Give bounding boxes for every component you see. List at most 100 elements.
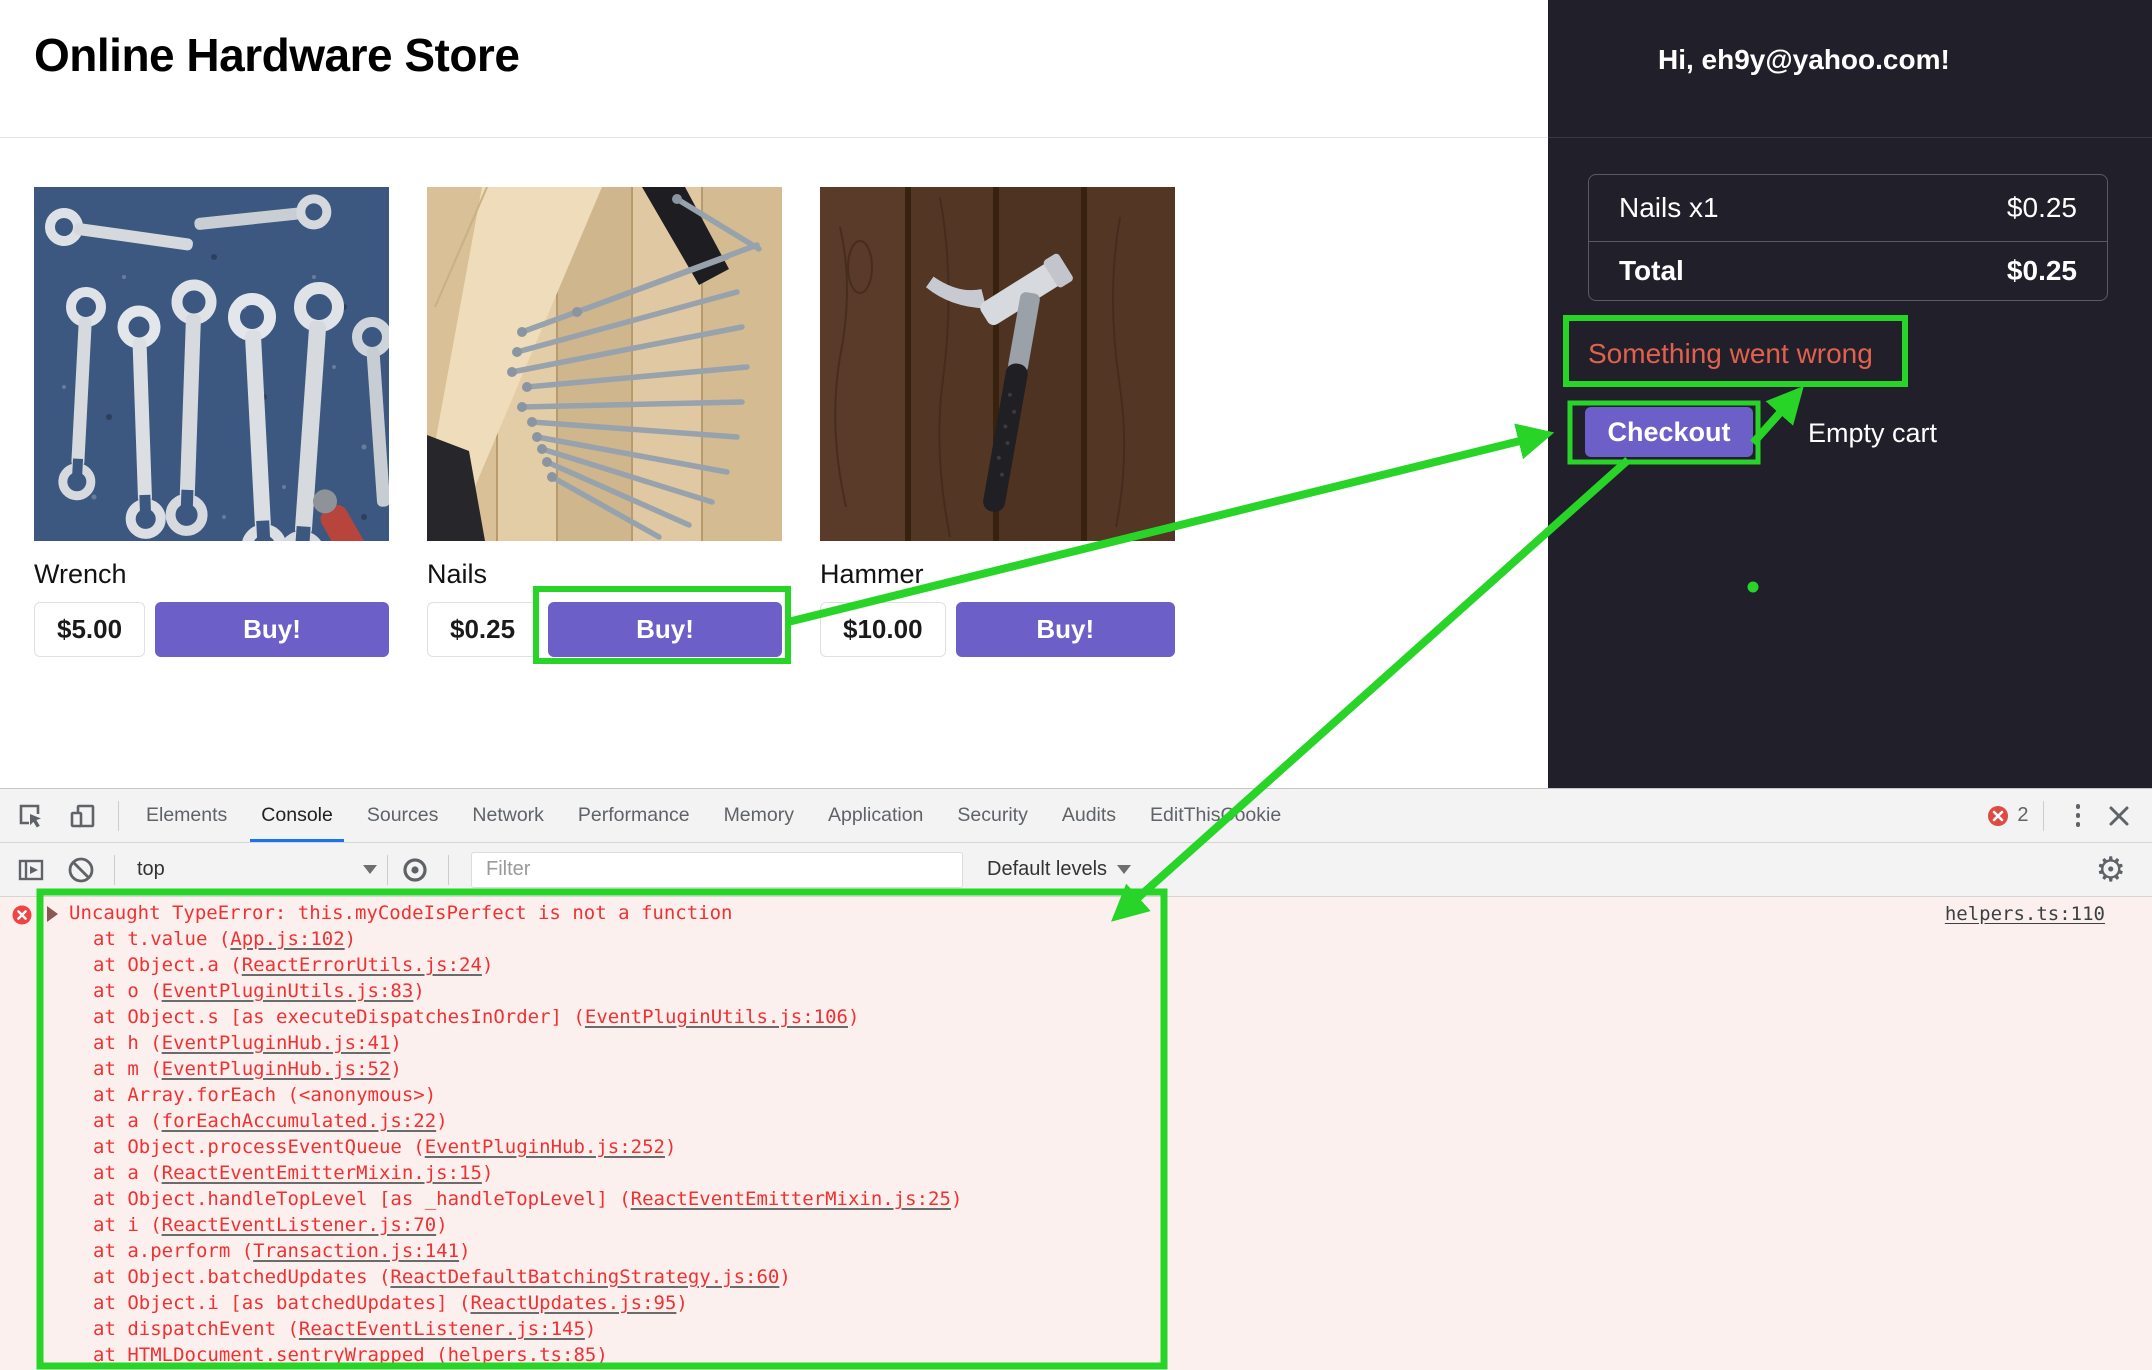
tab-console[interactable]: Console xyxy=(244,789,350,842)
cart-row-nails-x1: Nails x1$0.25 xyxy=(1589,175,2107,241)
header-divider xyxy=(0,137,1548,138)
product-card-wrench: Wrench $5.00 Buy! xyxy=(34,187,389,657)
clear-console-icon[interactable] xyxy=(64,853,98,887)
product-image xyxy=(34,187,389,541)
checkout-button[interactable]: Checkout xyxy=(1585,407,1753,457)
product-card-nails: Nails $0.25 Buy! xyxy=(427,187,782,657)
product-name: Nails xyxy=(427,559,782,590)
tab-editthiscookie[interactable]: EditThisCookie xyxy=(1133,789,1298,842)
hammer-photo xyxy=(820,187,1175,541)
stack-file-link[interactable]: EventPluginHub.js:52 xyxy=(162,1058,391,1080)
stack-file-link[interactable]: helpers.ts:85 xyxy=(448,1344,597,1366)
eye-icon[interactable] xyxy=(398,853,432,887)
stack-frame: at o (EventPluginUtils.js:83) xyxy=(47,978,962,1004)
expand-triangle-icon[interactable] xyxy=(47,906,58,922)
stack-file-link[interactable]: EventPluginUtils.js:106 xyxy=(585,1006,848,1028)
cart-summary: Nails x1$0.25Total$0.25 xyxy=(1588,174,2108,301)
stack-frame: at Object.batchedUpdates (ReactDefaultBa… xyxy=(47,1264,962,1290)
product-name: Hammer xyxy=(820,559,1175,590)
context-selector[interactable]: top xyxy=(125,852,387,888)
stack-frame: at Object.i [as batchedUpdates] (ReactUp… xyxy=(47,1290,962,1316)
stack-file-link[interactable]: App.js:102 xyxy=(230,928,344,950)
filter-input[interactable] xyxy=(471,852,963,888)
stack-file-link[interactable]: EventPluginHub.js:41 xyxy=(162,1032,391,1054)
console-sidebar-icon[interactable] xyxy=(14,853,48,887)
tab-security[interactable]: Security xyxy=(940,789,1044,842)
stack-file-link[interactable]: ReactEventListener.js:145 xyxy=(299,1318,585,1340)
error-badge-icon xyxy=(1987,805,2009,827)
stack-frame: at m (EventPluginHub.js:52) xyxy=(47,1056,962,1082)
user-greeting: Hi, eh9y@yahoo.com! xyxy=(1658,44,1950,76)
toolbar-divider-2 xyxy=(387,855,388,885)
stack-frame: at Object.processEventQueue (EventPlugin… xyxy=(47,1134,962,1160)
devtools-tabbar: ElementsConsoleSourcesNetworkPerformance… xyxy=(0,788,2152,843)
stack-file-link[interactable]: ReactUpdates.js:95 xyxy=(471,1292,677,1314)
console-toolbar: top Default levels ⚙ xyxy=(0,843,2152,897)
product-grid: Wrench $5.00 Buy! xyxy=(34,187,1175,657)
empty-cart-button[interactable]: Empty cart xyxy=(1808,418,1937,449)
product-price: $5.00 xyxy=(34,602,145,657)
sidebar-divider xyxy=(1548,137,2152,138)
product-name: Wrench xyxy=(34,559,389,590)
nails-photo xyxy=(427,187,782,541)
stack-frame: at a (forEachAccumulated.js:22) xyxy=(47,1108,962,1134)
devtools-tabs: ElementsConsoleSourcesNetworkPerformance… xyxy=(129,789,1298,842)
tab-network[interactable]: Network xyxy=(455,789,561,842)
stack-frame: at HTMLDocument.sentryWrapped (helpers.t… xyxy=(47,1342,962,1368)
error-count: 2 xyxy=(2017,804,2028,827)
stack-frame: at Object.a (ReactErrorUtils.js:24) xyxy=(47,952,962,978)
default-levels-dropdown[interactable]: Default levels xyxy=(987,858,1131,881)
product-image xyxy=(820,187,1175,541)
tabbar-divider-2 xyxy=(2043,801,2044,831)
console-error-row[interactable]: Uncaught TypeError: this.myCodeIsPerfect… xyxy=(47,900,962,926)
buy-button-wrench[interactable]: Buy! xyxy=(155,602,389,657)
toolbar-divider-1 xyxy=(114,855,115,885)
stack-frame: at Array.forEach (<anonymous>) xyxy=(47,1082,962,1108)
stack-frame: at a.perform (Transaction.js:141) xyxy=(47,1238,962,1264)
stack-file-link[interactable]: ReactEventEmitterMixin.js:15 xyxy=(162,1162,482,1184)
stack-frame: at Object.s [as executeDispatchesInOrder… xyxy=(47,1004,962,1030)
error-count-badge[interactable]: 2 xyxy=(1987,804,2028,827)
close-icon[interactable] xyxy=(2102,799,2136,833)
stack-file-link[interactable]: ReactDefaultBatchingStrategy.js:60 xyxy=(390,1266,779,1288)
stack-frame: at i (ReactEventListener.js:70) xyxy=(47,1212,962,1238)
cart-row-total: Total$0.25 xyxy=(1589,241,2107,300)
buy-button-hammer[interactable]: Buy! xyxy=(956,602,1175,657)
product-price: $10.00 xyxy=(820,602,946,657)
toolbar-divider-3 xyxy=(448,855,449,885)
product-image xyxy=(427,187,782,541)
stack-frame: at dispatchEvent (ReactEventListener.js:… xyxy=(47,1316,962,1342)
kebab-menu-icon[interactable] xyxy=(2068,800,2089,831)
stack-frame: at Object.handleTopLevel [as _handleTopL… xyxy=(47,1186,962,1212)
stack-file-link[interactable]: forEachAccumulated.js:22 xyxy=(162,1110,437,1132)
tab-sources[interactable]: Sources xyxy=(350,789,456,842)
checkout-error-text: Something went wrong xyxy=(1588,338,1873,370)
page-title: Online Hardware Store xyxy=(34,28,519,82)
stack-file-link[interactable]: EventPluginHub.js:252 xyxy=(425,1136,665,1158)
inspect-icon[interactable] xyxy=(14,799,48,833)
console-error-block: Uncaught TypeError: this.myCodeIsPerfect… xyxy=(47,900,962,1368)
buy-button-nails[interactable]: Buy! xyxy=(548,602,782,657)
tab-performance[interactable]: Performance xyxy=(561,789,707,842)
tabbar-divider xyxy=(118,801,119,831)
levels-value: Default levels xyxy=(987,858,1107,881)
wrench-photo xyxy=(34,187,389,541)
stack-file-link[interactable]: ReactErrorUtils.js:24 xyxy=(242,954,482,976)
stack-file-link[interactable]: EventPluginUtils.js:83 xyxy=(162,980,414,1002)
store-main: Online Hardware Store xyxy=(0,0,1548,788)
stack-file-link[interactable]: Transaction.js:141 xyxy=(253,1240,459,1262)
stack-file-link[interactable]: ReactEventEmitterMixin.js:25 xyxy=(631,1188,951,1210)
stack-frame: at a (ReactEventEmitterMixin.js:15) xyxy=(47,1160,962,1186)
tab-application[interactable]: Application xyxy=(811,789,940,842)
tab-elements[interactable]: Elements xyxy=(129,789,244,842)
tab-audits[interactable]: Audits xyxy=(1045,789,1133,842)
console-location-link[interactable]: helpers.ts:110 xyxy=(1945,903,2105,925)
console-error-icon xyxy=(12,905,32,925)
stack-file-link[interactable]: ReactEventListener.js:70 xyxy=(162,1214,437,1236)
chevron-down-icon xyxy=(1117,865,1131,874)
tab-memory[interactable]: Memory xyxy=(707,789,811,842)
device-toolbar-icon[interactable] xyxy=(66,799,100,833)
product-price: $0.25 xyxy=(427,602,538,657)
stack-frame: at h (EventPluginHub.js:41) xyxy=(47,1030,962,1056)
gear-icon[interactable]: ⚙ xyxy=(2096,853,2126,887)
